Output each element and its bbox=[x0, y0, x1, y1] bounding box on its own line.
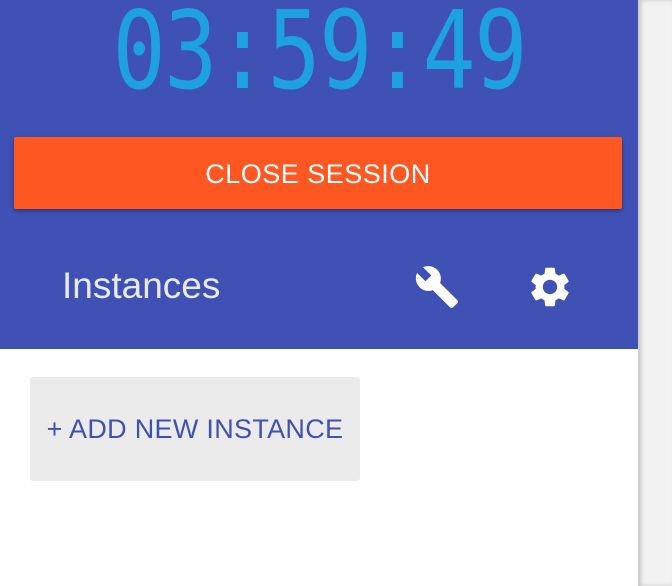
session-header: 03:59:49 CLOSE SESSION Instances bbox=[0, 0, 638, 349]
session-timer: 03:59:49 bbox=[112, 0, 527, 114]
settings-button[interactable] bbox=[412, 262, 462, 312]
add-new-instance-button[interactable]: + ADD NEW INSTANCE bbox=[30, 377, 360, 481]
close-session-button[interactable]: CLOSE SESSION bbox=[14, 137, 622, 209]
main-content-edge bbox=[638, 0, 672, 586]
preferences-button[interactable] bbox=[525, 262, 575, 312]
wrench-icon bbox=[415, 266, 459, 309]
sidebar-panel: 03:59:49 CLOSE SESSION Instances + ADD N… bbox=[0, 0, 638, 586]
instances-toolbar: Instances bbox=[0, 250, 638, 330]
gear-icon bbox=[531, 267, 569, 307]
instances-title: Instances bbox=[62, 265, 221, 306]
